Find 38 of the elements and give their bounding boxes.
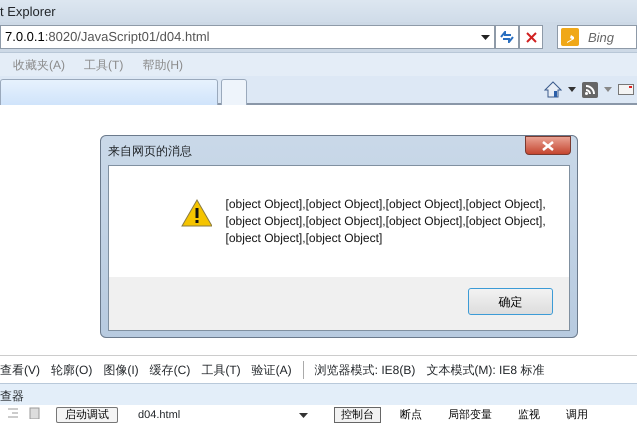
warning-icon [181,199,212,227]
dropdown-icon[interactable] [481,34,490,40]
menu-item[interactable]: 浏览器模式: IE8(B) [314,360,416,378]
debug-button[interactable]: 启动调试 [56,407,118,423]
window-title: t Explorer [0,4,56,19]
menu-item[interactable]: 工具(T) [201,360,241,378]
url-field[interactable]: 7.0.0.1:8020/JavaScript01/d04.html [0,25,495,49]
caret-icon[interactable] [568,87,576,92]
menu-item[interactable]: 文本模式(M): IE8 标准 [426,360,544,378]
indent-icon[interactable] [6,407,20,419]
url-text: 7.0.0.1:8020/JavaScript01/d04.html [5,28,210,46]
close-button[interactable] [525,136,571,155]
ok-button[interactable]: 确定 [468,288,553,315]
refresh-button[interactable] [495,25,519,49]
stop-button[interactable] [519,25,543,49]
close-icon [542,141,554,151]
devtools-tab[interactable]: 监视 [511,407,547,423]
menu-item[interactable]: 缓存(C) [150,360,190,378]
home-icon[interactable] [544,81,562,98]
menu-item[interactable]: 轮廓(O) [51,360,92,378]
devtools-tab[interactable]: 断点 [393,407,429,423]
mail-icon[interactable] [618,84,634,95]
dropdown-icon [299,412,308,418]
devtools-tab[interactable]: 调用 [559,407,595,423]
bing-logo-icon [561,28,579,46]
dialog-title: 来自网页的消息 [108,143,193,160]
close-icon [526,32,536,42]
devtools-tab[interactable]: 控制台 [334,407,381,423]
script-select[interactable]: d04.html [138,407,308,424]
menu-item[interactable]: 验证(A) [252,360,292,378]
devtools-tab[interactable]: 局部变量 [441,407,499,423]
feed-icon[interactable] [582,82,598,98]
menu-item[interactable]: 查看(V) [0,360,40,378]
dialog-message: [object Object],[object Object],[object Object],[object Object],[object Object],[object Object],[object Object],[object Object],[object Object],[object Object] [226,196,547,247]
refresh-icon [500,31,514,43]
menu-item[interactable]: 图像(I) [103,360,139,378]
panel-title: 查器 [0,389,24,403]
page-icon[interactable] [28,407,42,419]
